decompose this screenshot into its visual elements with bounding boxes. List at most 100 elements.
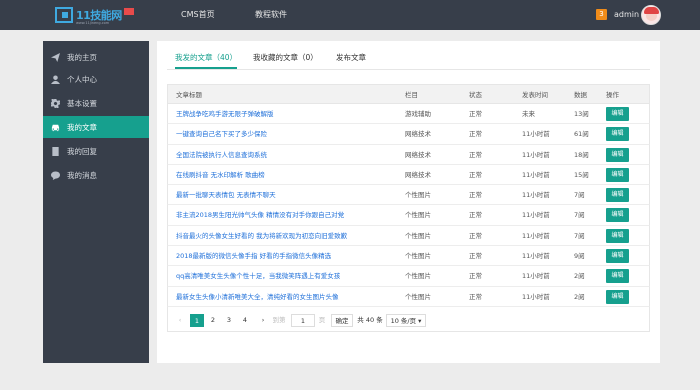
article-time: 11小时前 [522, 231, 550, 240]
header-data: 数据 [574, 91, 587, 99]
pagination: ‹ 1 2 3 4 › 到第 1 页 确定 共 40 条 10 条/页 ▾ [167, 307, 650, 332]
prev-page-button[interactable]: ‹ [173, 314, 187, 327]
article-title[interactable]: 2018最新版的微信头像手指 好看的手指微信头像精选 [176, 246, 401, 266]
table-row: qq高清唯美女生头像个性十足，当我微笑阵遇上有爱女孩 个性图片 正常 11小时前 2阅 编… [167, 266, 650, 287]
sidebar-item-profile[interactable]: 个人中心 [43, 68, 149, 90]
article-status: 正常 [469, 252, 482, 261]
tab-divider [167, 69, 650, 70]
article-views: 2阅 [574, 292, 585, 301]
article-views: 7阅 [574, 191, 585, 200]
article-views: 15阅 [574, 170, 589, 179]
notification-badge[interactable]: 3 [596, 9, 607, 20]
edit-button[interactable]: 编辑 [606, 167, 629, 182]
page-4-button[interactable]: 4 [238, 314, 252, 327]
article-views: 9阅 [574, 252, 585, 261]
goto-prefix: 到第 [272, 316, 286, 324]
per-page-select[interactable]: 10 条/页 ▾ [386, 314, 426, 327]
article-status: 正常 [469, 150, 482, 159]
article-title[interactable]: 非主流2018男生阳光帅气头像 精情没有对手你跟自己对党 [176, 205, 401, 225]
page-3-button[interactable]: 3 [222, 314, 236, 327]
article-status: 正常 [469, 110, 482, 118]
table-row: 最新女生头像小清新唯美大全，清纯好看的女生图片头像 个性图片 正常 11小时前 2阅 编辑 [167, 286, 650, 307]
article-status: 正常 [469, 272, 482, 281]
sidebar-item-my-articles[interactable]: 我的文章 [43, 116, 149, 138]
article-views: 13阅 [574, 110, 589, 118]
article-column: 个性图片 [405, 191, 431, 200]
avatar[interactable] [641, 5, 661, 25]
article-title[interactable]: 全国法院被执行人信息查询系统 [176, 145, 401, 165]
nav-cms-home[interactable]: CMS首页 [181, 0, 215, 30]
sidebar-item-label: 我的消息 [67, 170, 97, 180]
sidebar-item-my-replies[interactable]: 我的回复 [43, 140, 149, 162]
edit-button[interactable]: 编辑 [606, 269, 629, 284]
article-views: 7阅 [574, 231, 585, 240]
sidebar: 我的主页 个人中心 基本设置 我的文章 我的回复 我的消息 [43, 41, 149, 363]
sidebar-item-label: 个人中心 [67, 74, 97, 84]
main-panel: 我发的文章（40） 我收藏的文章（0） 发布文章 文章标题 栏目 状态 发表时间… [157, 41, 660, 363]
article-title[interactable]: 一键查询自己名下买了多少保险 [176, 124, 401, 144]
nav-tutorial-software[interactable]: 教程软件 [255, 0, 287, 30]
top-bar: 11技能网 www.11jineng.com CMS首页 教程软件 3 admi… [0, 0, 700, 30]
article-time: 11小时前 [522, 211, 550, 220]
edit-button[interactable]: 编辑 [606, 127, 629, 142]
header-status: 状态 [469, 91, 482, 99]
gear-icon [43, 98, 67, 108]
article-column: 个性图片 [405, 292, 431, 301]
article-column: 个性图片 [405, 231, 431, 240]
table-body: 王牌战争吃鸡手游无限子弹破解版 游戏辅助 正常 未来 13阅 编辑 一键查询自己名下买了多少… [167, 104, 650, 307]
edit-button[interactable]: 编辑 [606, 188, 629, 203]
edit-button[interactable]: 编辑 [606, 289, 629, 304]
article-title[interactable]: 抖音最火的头像女生好看的 我为将新欢现为初恋向旧爱致歉 [176, 226, 401, 246]
user-icon [43, 74, 67, 84]
article-status: 正常 [469, 231, 482, 240]
article-time: 11小时前 [522, 191, 550, 200]
article-status: 正常 [469, 170, 482, 179]
article-status: 正常 [469, 292, 482, 301]
article-column: 个性图片 [405, 211, 431, 220]
username[interactable]: admin [614, 0, 639, 30]
header-title: 文章标题 [176, 91, 202, 99]
article-views: 7阅 [574, 211, 585, 220]
goto-confirm-button[interactable]: 确定 [331, 314, 353, 327]
header-column: 栏目 [405, 91, 418, 99]
chevron-down-icon: ▾ [418, 317, 422, 325]
article-time: 11小时前 [522, 292, 550, 301]
goto-page-input[interactable]: 1 [291, 314, 315, 327]
edit-button[interactable]: 编辑 [606, 147, 629, 162]
header-time: 发表时间 [522, 91, 548, 99]
per-page-value: 10 条/页 [390, 317, 417, 325]
table-header: 文章标题 栏目 状态 发表时间 数据 操作 [167, 84, 650, 104]
article-status: 正常 [469, 191, 482, 200]
tab-publish-article[interactable]: 发布文章 [336, 48, 366, 69]
site-logo[interactable]: 11技能网 www.11jineng.com [55, 6, 134, 25]
page-2-button[interactable]: 2 [206, 314, 220, 327]
send-icon [43, 52, 67, 62]
sidebar-item-home[interactable]: 我的主页 [43, 46, 149, 68]
edit-button[interactable]: 编辑 [606, 228, 629, 243]
page-1-button[interactable]: 1 [190, 314, 204, 327]
article-title[interactable]: 最新一批聊天表情包 无表情不聊天 [176, 185, 401, 205]
article-title[interactable]: 王牌战争吃鸡手游无限子弹破解版 [176, 104, 401, 124]
tab-my-articles[interactable]: 我发的文章（40） [175, 48, 238, 69]
document-icon [43, 146, 67, 156]
tab-favorited-articles[interactable]: 我收藏的文章（0） [253, 48, 318, 69]
article-title[interactable]: 在线刷抖音 无水印解析 歌曲榜 [176, 165, 401, 185]
edit-button[interactable]: 编辑 [606, 107, 629, 121]
sidebar-item-my-messages[interactable]: 我的消息 [43, 164, 149, 186]
article-column: 网络技术 [405, 130, 431, 139]
article-time: 11小时前 [522, 272, 550, 281]
total-count: 共 40 条 [357, 316, 383, 324]
table-row: 非主流2018男生阳光帅气头像 精情没有对手你跟自己对党 个性图片 正常 11小时前 7… [167, 205, 650, 226]
edit-button[interactable]: 编辑 [606, 249, 629, 264]
goto-suffix: 页 [318, 316, 326, 324]
article-column: 个性图片 [405, 272, 431, 281]
next-page-button[interactable]: › [256, 314, 270, 327]
edit-button[interactable]: 编辑 [606, 208, 629, 223]
article-title[interactable]: 最新女生头像小清新唯美大全，清纯好看的女生图片头像 [176, 287, 401, 307]
article-views: 2阅 [574, 272, 585, 281]
article-column: 游戏辅助 [405, 110, 431, 118]
article-title[interactable]: qq高清唯美女生头像个性十足，当我微笑阵遇上有爱女孩 [176, 266, 401, 286]
sidebar-item-settings[interactable]: 基本设置 [43, 92, 149, 114]
avatar-hair [644, 7, 659, 14]
chat-icon [43, 170, 67, 180]
